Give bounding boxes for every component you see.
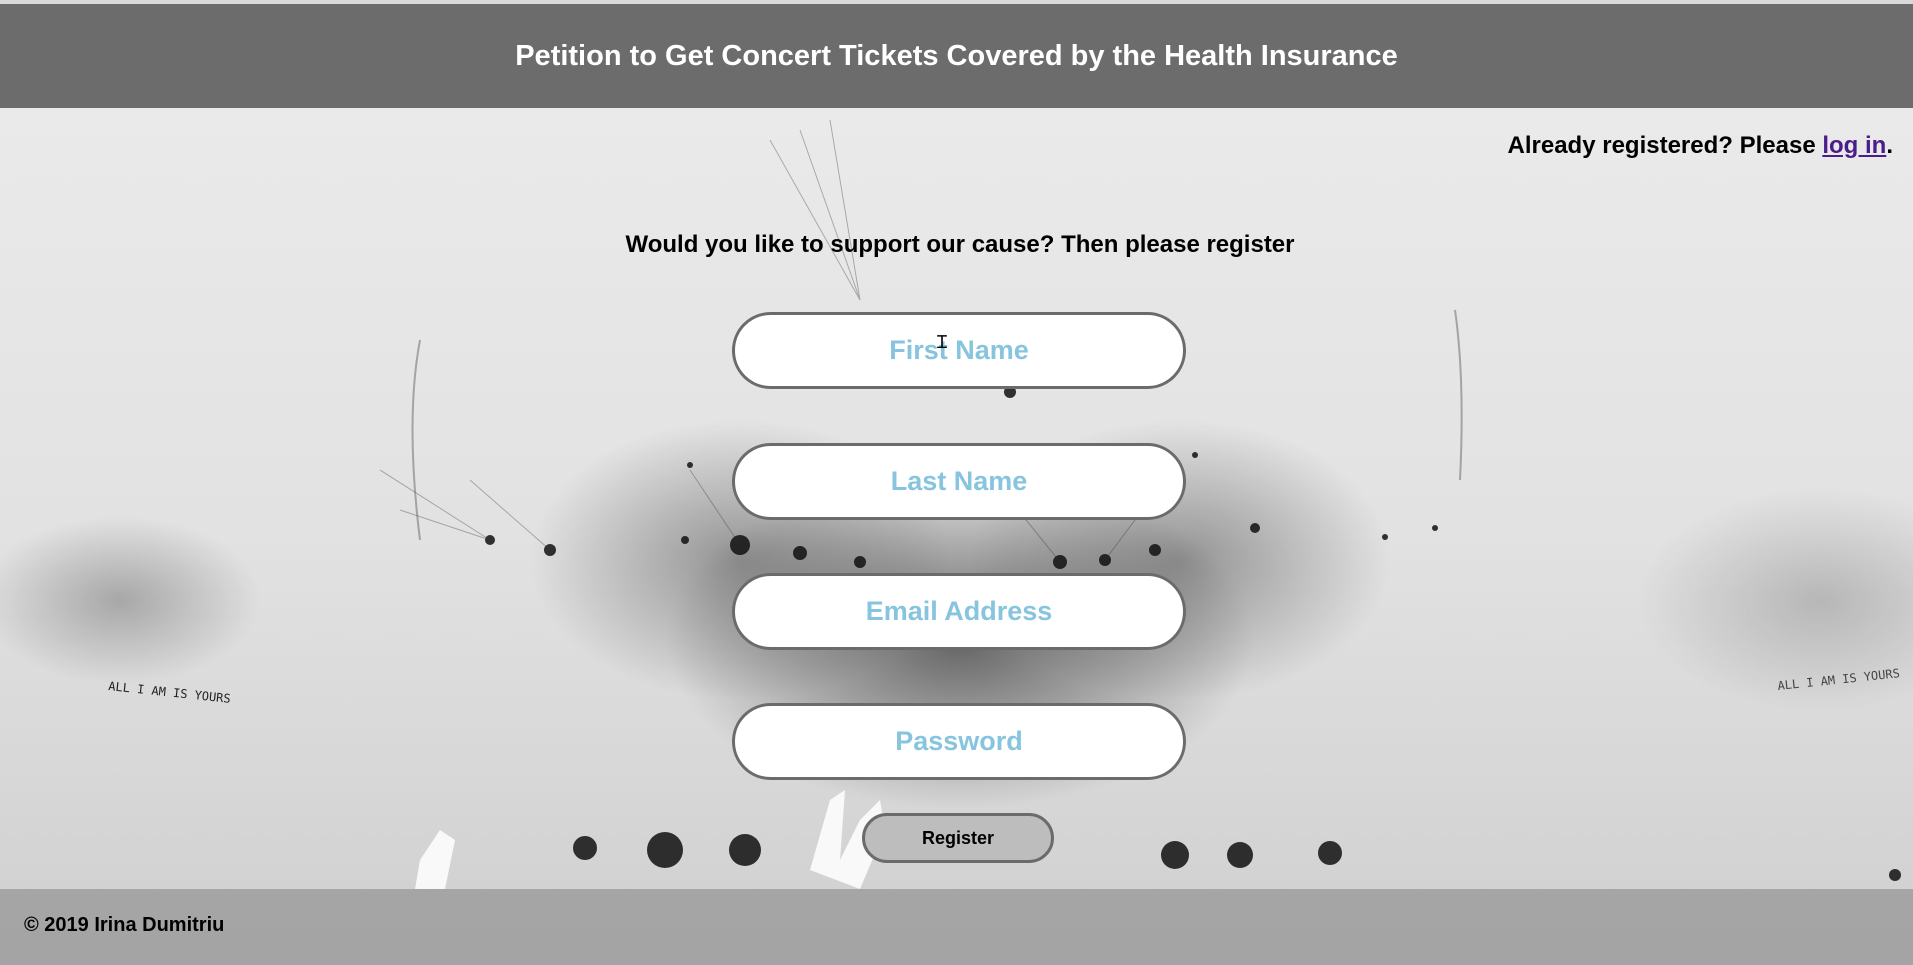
login-prompt: Already registered? Please log in.	[1508, 132, 1893, 160]
register-button[interactable]: Register	[862, 813, 1054, 863]
password-input[interactable]	[732, 703, 1186, 780]
login-prompt-text: Already registered? Please	[1507, 132, 1823, 159]
background-text-right: ALL I AM IS YOURS	[1777, 666, 1901, 693]
copyright-text: © 2019 Irina Dumitriu	[24, 914, 225, 936]
first-name-input[interactable]	[732, 312, 1186, 389]
login-link[interactable]: log in	[1822, 132, 1886, 159]
page-header: Petition to Get Concert Tickets Covered …	[0, 4, 1913, 108]
login-prompt-suffix: .	[1886, 132, 1893, 159]
page-title: Petition to Get Concert Tickets Covered …	[515, 40, 1398, 72]
last-name-input[interactable]	[732, 443, 1186, 520]
text-cursor-icon: Ɪ	[937, 332, 948, 352]
email-input[interactable]	[732, 573, 1186, 650]
background-text-left: ALL I AM IS YOURS	[108, 679, 232, 706]
page-footer: © 2019 Irina Dumitriu	[0, 889, 1913, 965]
register-intro: Would you like to support our cause? The…	[625, 231, 1295, 258]
